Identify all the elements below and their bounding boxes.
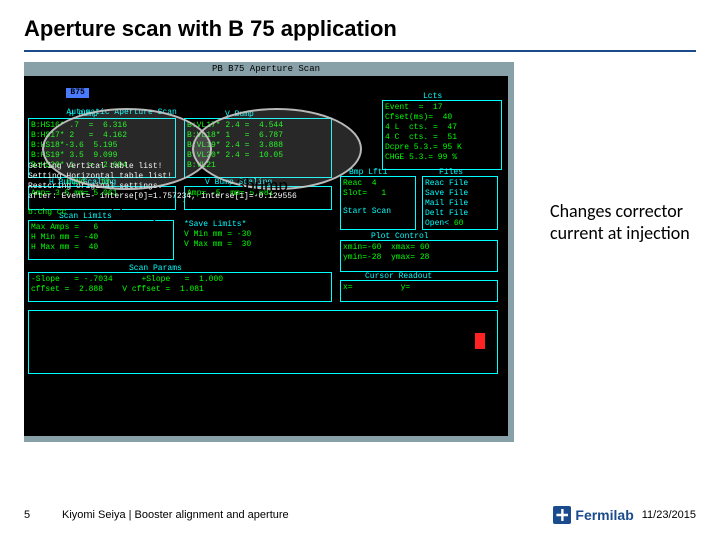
lets-row: Dcpre 5.3.= 95 K [385, 143, 499, 153]
scan-limit-row[interactable]: H Max mm = 40 [31, 243, 171, 253]
hbump-row[interactable]: B:HS17* 2 = 4.162 [31, 131, 173, 141]
scan-limits-title: Scan Limits [59, 212, 112, 222]
plot-ctrl-row[interactable]: ymin=-28 ymax= 28 [343, 253, 495, 263]
hbump-row[interactable]: B:HS18*-3.6 5.195 [31, 141, 117, 150]
save-limits-title[interactable]: *Save Limits* [184, 220, 334, 230]
vbump-row[interactable]: B:VL17* 2.4 = 4.544 [187, 121, 283, 130]
scan-limit-row[interactable]: H Min mm = -40 [31, 233, 171, 243]
save-limit-row[interactable]: V Min mm = -30 [184, 230, 334, 240]
vbump-title: V Bump [225, 110, 254, 120]
annotation-label-5bump: 5bump [110, 202, 162, 224]
plot-ctrl-title: Plot Control [371, 232, 429, 242]
lets-title: Lcts [423, 92, 442, 102]
cursor-readout-line: x= y= [343, 283, 495, 293]
footer: 5 Kiyomi Seiya | Booster alignment and a… [0, 500, 720, 530]
start-scan-button[interactable]: Start Scan [343, 207, 391, 216]
log-line: Getting Vertical table list! [28, 162, 504, 172]
scan-param[interactable]: +Slope = 1.000 [141, 275, 223, 284]
files-row[interactable]: Delt File [425, 209, 495, 219]
hbump-title: H Bump [69, 110, 98, 120]
footer-date: 11/23/2015 [642, 509, 696, 521]
page-number: 5 [24, 509, 44, 521]
hbump-row[interactable]: B:HS16* .7 = 6.316 [31, 121, 173, 131]
slide-title: Aperture scan with B 75 application [0, 0, 720, 50]
lets-row: Event = 17 [385, 103, 499, 113]
open-val[interactable]: 60 [454, 219, 464, 228]
scan-params-title: Scan Params [129, 264, 182, 274]
footer-credit: Kiyomi Seiya | Booster alignment and ape… [62, 509, 553, 521]
side-note: Changes corrector current at injection [550, 200, 710, 244]
fermilab-logo-icon [553, 506, 571, 524]
open-button[interactable]: Open< [425, 219, 449, 228]
save-limit-row[interactable]: V Max mm = 30 [184, 240, 334, 250]
terminal-titlebar: PB B75 Aperture Scan [24, 62, 508, 76]
command-input[interactable]: b:chg cc [28, 208, 66, 218]
menu-left[interactable]: B75 [66, 88, 88, 98]
annotation-label-3bump: 3bump [236, 174, 288, 196]
cursor-readout-title: Cursor Readout [365, 272, 432, 282]
scan-limit-row[interactable]: Max Amps = 6 [31, 223, 171, 233]
terminal-window: PB B75 Aperture Scan B75 Automatic Apert… [24, 62, 514, 442]
scan-param[interactable]: V cffset = 1.081 [122, 285, 204, 294]
plot-cursor[interactable] [475, 333, 485, 349]
lets-row: Cfset(ms)= 40 [385, 113, 499, 123]
fermilab-logo: Fermilab [553, 506, 633, 524]
hbump-row[interactable]: B:HS19* 3.5 9.099 [31, 151, 117, 160]
vbump-row[interactable]: B:VL18* 1 = 6.787 [187, 131, 329, 141]
lets-row: 4 C cts. = 51 [385, 133, 499, 143]
scan-param[interactable]: -Slope = -.7034 [31, 275, 113, 284]
plot-ctrl-row[interactable]: xmin=-60 xmax= 60 [343, 243, 495, 253]
vbump-row[interactable]: B:VL19* 2.4 = 3.888 [187, 141, 329, 151]
vbump-row[interactable]: B:VL20* 2.4 = 10.05 [187, 151, 329, 161]
scan-param[interactable]: cffset = 2.888 [31, 285, 103, 294]
title-rule [24, 50, 696, 52]
lets-row: 4 L cts. = 47 [385, 123, 499, 133]
